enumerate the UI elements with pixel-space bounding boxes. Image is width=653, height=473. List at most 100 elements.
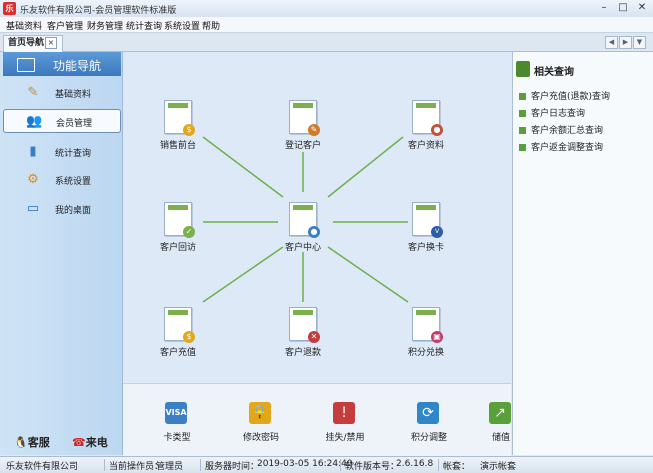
link-label: 客户返金调整查询 <box>531 143 604 153</box>
users-icon: 👥 <box>26 114 43 129</box>
node-points-redemption[interactable]: ▣ 积分兑换 <box>391 307 461 363</box>
maximize-icon[interactable]: □ <box>614 1 632 15</box>
window-title: 乐友软件有限公司-会员管理软件标准版 <box>20 6 177 16</box>
menu-system-settings[interactable]: 系统设置 <box>164 19 200 32</box>
node-label: 登记客户 <box>284 141 321 151</box>
node-sales-front-desk[interactable]: $ 销售前台 <box>143 100 213 156</box>
card-document-icon: V <box>412 202 443 238</box>
node-label: 客户退款 <box>284 348 321 358</box>
tab-next-icon[interactable]: ▶ <box>619 36 632 49</box>
status-company: 乐友软件有限公司 <box>6 462 79 472</box>
app-logo-icon: 乐 <box>3 2 16 15</box>
link-label: 客户日志查询 <box>531 109 586 119</box>
nav-item-statistics[interactable]: ▮ 统计查询 <box>3 140 121 164</box>
nav-item-label: 我的桌面 <box>55 206 92 216</box>
customer-service-link[interactable]: 🐧客服 <box>14 434 50 450</box>
nav-item-my-desktop[interactable]: ▭ 我的桌面 <box>3 197 121 221</box>
node-change-card[interactable]: V 客户换卡 <box>391 202 461 258</box>
link-customer-log-query[interactable]: 客户日志查询 <box>519 106 585 119</box>
shortcut-change-password[interactable]: 🔒 修改密码 <box>231 398 291 448</box>
shortcut-bar: VISA 卡类型 🔒 修改密码 ! 挂失/禁用 ⟳ 积分调整 ↗ 储值 <box>123 383 511 456</box>
status-server-time-label: 服务器时间： <box>200 459 259 472</box>
user-block-icon: ! <box>333 402 355 424</box>
node-customer-profile[interactable]: ● 客户资料 <box>391 100 461 156</box>
menu-customer-management[interactable]: 客户管理 <box>47 19 83 32</box>
close-icon[interactable]: ✕ <box>633 1 651 15</box>
status-version-label: 软件版本号： <box>340 459 399 472</box>
nav-item-member-management[interactable]: 👥 会员管理 <box>3 109 121 133</box>
nav-header-label: 功能导航 <box>53 59 102 73</box>
link-label: 客户充值(退款)查询 <box>531 92 611 102</box>
node-label: 客户充值 <box>159 348 196 358</box>
status-bar: 乐友软件有限公司 当前操作员： 管理员 服务器时间： 2019-03-05 16… <box>0 456 653 473</box>
related-query-title: 相关查询 <box>534 67 574 78</box>
node-label: 客户回访 <box>159 243 196 253</box>
node-label: 客户中心 <box>284 243 321 253</box>
wallet-icon: ↗ <box>489 402 511 424</box>
status-operator: 管理员 <box>156 462 184 472</box>
node-label: 积分兑换 <box>407 348 444 358</box>
bullet-icon <box>519 127 526 134</box>
bullet-icon <box>519 144 526 151</box>
sales-document-icon: $ <box>164 100 195 136</box>
node-register-customer[interactable]: ✎ 登记客户 <box>268 100 338 156</box>
link-cashback-adjust-query[interactable]: 客户返金调整查询 <box>519 140 603 153</box>
link-balance-summary-query[interactable]: 客户余额汇总查询 <box>519 123 603 136</box>
nav-item-system-settings[interactable]: ⚙ 系统设置 <box>3 168 121 192</box>
bullet-icon <box>519 93 526 100</box>
tab-close-icon[interactable]: × <box>45 37 57 49</box>
node-customer-center[interactable]: ● 客户中心 <box>268 202 338 258</box>
menu-help[interactable]: 帮助 <box>202 19 220 32</box>
menu-statistics[interactable]: 统计查询 <box>126 19 162 32</box>
gear-icon: ⚙ <box>27 172 39 187</box>
function-navigation-panel: 功能导航 ✎ 基础资料 👥 会员管理 ▮ 统计查询 ⚙ 系统设置 ▭ 我的桌面 … <box>0 52 123 455</box>
nav-header: 功能导航 <box>3 52 121 76</box>
shortcut-label: 修改密码 <box>242 433 279 443</box>
link-recharge-refund-query[interactable]: 客户充值(退款)查询 <box>519 89 610 102</box>
nav-item-label: 系统设置 <box>55 177 92 187</box>
shortcut-card-type[interactable]: VISA 卡类型 <box>147 398 207 448</box>
shortcut-label: 卡类型 <box>163 433 191 443</box>
refresh-icon: ⟳ <box>417 402 439 424</box>
node-label: 销售前台 <box>159 141 196 151</box>
status-account-label: 帐套： <box>438 459 470 472</box>
register-document-icon: ✎ <box>289 100 320 136</box>
follow-up-document-icon: ✓ <box>164 202 195 238</box>
customer-center-icon: ● <box>289 202 320 238</box>
tab-prev-icon[interactable]: ◀ <box>605 36 618 49</box>
minimize-icon[interactable]: – <box>595 1 613 15</box>
desktop-icon: ▭ <box>26 201 40 216</box>
bullet-icon <box>519 110 526 117</box>
menu-basic-data[interactable]: 基础资料 <box>6 19 42 32</box>
incoming-call-label: 来电 <box>85 436 108 449</box>
pencil-icon: ✎ <box>27 85 39 100</box>
status-version: 2.6.16.8 <box>396 459 434 469</box>
visa-card-icon: VISA <box>165 402 187 424</box>
menu-finance-management[interactable]: 财务管理 <box>87 19 123 32</box>
title-bar: 乐 乐友软件有限公司-会员管理软件标准版 – □ ✕ <box>0 0 653 18</box>
related-query-panel: 相关查询 客户充值(退款)查询 客户日志查询 客户余额汇总查询 客户返金调整查询 <box>512 52 653 455</box>
refund-document-icon: ✕ <box>289 307 320 343</box>
node-label: 客户换卡 <box>407 243 444 253</box>
qq-icon: 🐧 <box>14 436 28 449</box>
gift-document-icon: ▣ <box>412 307 443 343</box>
contact-links: 🐧客服 ☎来电 <box>0 434 122 454</box>
shortcut-stored-value[interactable]: ↗ 储值 <box>471 398 511 448</box>
node-customer-refund[interactable]: ✕ 客户退款 <box>268 307 338 363</box>
node-customer-recharge[interactable]: $ 客户充值 <box>143 307 213 363</box>
bar-chart-icon: ▮ <box>29 144 37 159</box>
nav-item-basic-data[interactable]: ✎ 基础资料 <box>3 81 121 105</box>
recharge-document-icon: $ <box>164 307 195 343</box>
shortcut-label: 储值 <box>491 433 510 443</box>
tab-bar: 首页导航 × <box>0 33 653 52</box>
incoming-call-link[interactable]: ☎来电 <box>72 434 108 450</box>
node-label: 客户资料 <box>407 141 444 151</box>
link-label: 客户余额汇总查询 <box>531 126 604 136</box>
shortcut-report-loss-disable[interactable]: ! 挂失/禁用 <box>315 398 375 448</box>
nav-item-label: 基础资料 <box>55 90 92 100</box>
profile-document-icon: ● <box>412 100 443 136</box>
tab-list-icon[interactable]: ▼ <box>633 36 646 49</box>
node-customer-follow-up[interactable]: ✓ 客户回访 <box>143 202 213 258</box>
shortcut-points-adjust[interactable]: ⟳ 积分调整 <box>399 398 459 448</box>
phone-icon: ☎ <box>72 436 86 449</box>
